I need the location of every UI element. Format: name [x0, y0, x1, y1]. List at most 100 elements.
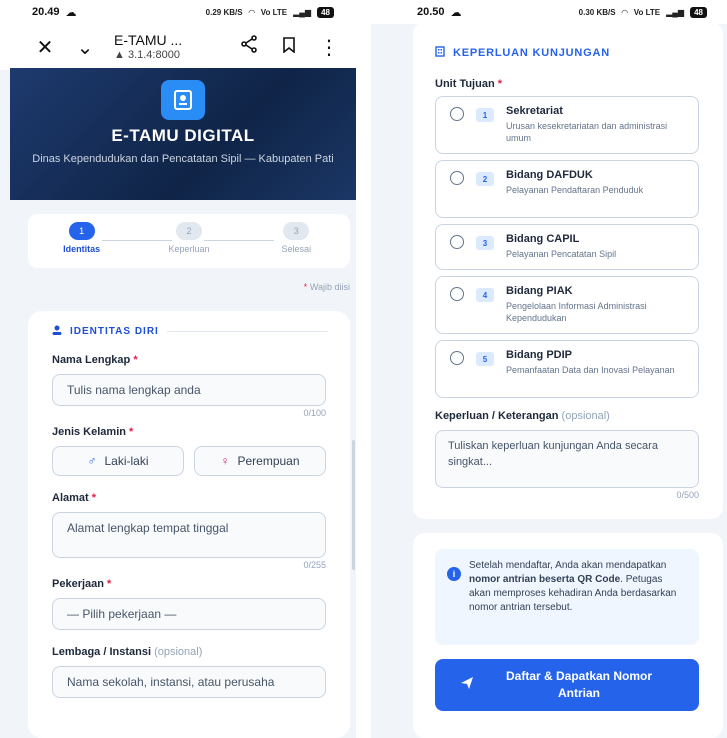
unit-number: 2	[476, 172, 494, 186]
info-text: Setelah mendaftar, Anda akan mendapatkan…	[469, 560, 677, 613]
status-time: 20.49	[32, 6, 60, 18]
unit-desc: Pelayanan Pendaftaran Penduduk	[506, 185, 644, 195]
unit-name: Bidang DAFDUK	[506, 169, 593, 181]
id-card-icon	[161, 80, 205, 120]
battery-indicator: 48	[690, 6, 707, 18]
unit-option-dafduk[interactable]: 2 Bidang DAFDUK Pelayanan Pendaftaran Pe…	[435, 160, 699, 218]
cloud-icon: ☁	[450, 6, 462, 19]
step-selesai: 3 Selesai	[251, 222, 341, 268]
signal-icon: ▂▄▆	[666, 7, 685, 17]
nama-input[interactable]: Tulis nama lengkap anda	[52, 374, 326, 406]
lembaga-input[interactable]: Nama sekolah, instansi, atau perusaha	[52, 666, 326, 698]
volte-badge: Vo LTE	[633, 7, 661, 17]
unit-desc: Pemanfaatan Data dan Inovasi Pelayanan	[506, 365, 675, 375]
step-number: 2	[175, 222, 202, 240]
nama-counter: 0/100	[303, 408, 326, 418]
radio-button[interactable]	[450, 171, 464, 185]
unit-option-piak[interactable]: 4 Bidang PIAK Pengelolaan Informasi Admi…	[435, 276, 699, 334]
step-connector	[102, 240, 172, 241]
section-header: IDENTITAS DIRI	[52, 325, 328, 338]
step-connector	[204, 240, 274, 241]
step-keperluan: 2 Keperluan	[144, 222, 234, 268]
optional-tag: (opsional)	[561, 410, 610, 422]
lembaga-label: Lembaga / Instansi	[52, 646, 152, 658]
radio-button[interactable]	[450, 287, 464, 301]
info-box: i Setelah mendaftar, Anda akan mendapatk…	[435, 549, 699, 645]
signal-icon: ▂▄▆	[293, 7, 312, 17]
purpose-card: KEPERLUAN KUNJUNGAN Unit Tujuan * 1 Sekr…	[413, 22, 723, 519]
pekerjaan-select[interactable]: — Pilih pekerjaan —	[52, 598, 326, 630]
step-number: 1	[68, 222, 95, 240]
send-icon	[460, 676, 474, 695]
keperluan-label: Keperluan / Keterangan	[435, 410, 559, 422]
status-bar: 20.50 ☁ 0.30 KB/S ◠ Vo LTE ▂▄▆ 48	[371, 0, 727, 24]
app-subtitle: Dinas Kependudukan dan Pencatatan Sipil …	[32, 153, 334, 165]
volte-badge: Vo LTE	[260, 7, 288, 17]
network-speed: 0.29 KB/S	[205, 7, 243, 17]
info-icon: i	[447, 567, 461, 581]
step-label: Keperluan	[168, 244, 210, 254]
close-icon[interactable]: ✕	[34, 35, 56, 60]
browser-toolbar: ✕ ⌄ E-TAMU ... ▲ 3.1.4:8000 ⋮	[0, 24, 356, 70]
nama-label: Nama Lengkap	[52, 354, 131, 366]
male-label: Laki-laki	[104, 454, 149, 468]
section-header: KEPERLUAN KUNJUNGAN	[435, 46, 701, 60]
scrollbar[interactable]	[352, 440, 355, 570]
unit-name: Bidang PIAK	[506, 285, 573, 297]
section-title: KEPERLUAN KUNJUNGAN	[453, 47, 610, 59]
step-number: 3	[283, 222, 310, 240]
network-speed: 0.30 KB/S	[578, 7, 616, 17]
bookmark-icon[interactable]	[278, 36, 300, 59]
unit-option-sekretariat[interactable]: 1 Sekretariat Urusan kesekretariatan dan…	[435, 96, 699, 154]
unit-name: Sekretariat	[506, 105, 563, 117]
step-label: Selesai	[281, 244, 312, 254]
keperluan-textarea[interactable]: Tuliskan keperluan kunjungan Anda secara…	[435, 430, 699, 488]
wifi-icon: ◠	[248, 7, 255, 17]
unit-label: Unit Tujuan	[435, 78, 495, 90]
unit-number: 1	[476, 108, 494, 122]
unit-number: 5	[476, 352, 494, 366]
pekerjaan-label: Pekerjaan	[52, 578, 104, 590]
step-label: Identitas	[63, 244, 101, 254]
building-icon	[435, 46, 445, 60]
unit-desc: Pelayanan Pencatatan Sipil	[506, 249, 617, 259]
status-bar: 20.49 ☁ 0.29 KB/S ◠ Vo LTE ▂▄▆ 48	[0, 0, 356, 24]
browser-title-area[interactable]: E-TAMU ... ▲ 3.1.4:8000	[114, 32, 220, 61]
browser-page-title: E-TAMU ...	[114, 32, 183, 49]
unit-desc: Urusan kesekretariatan dan administrasi …	[506, 121, 668, 144]
app-header: E-TAMU DIGITAL Dinas Kependudukan dan Pe…	[10, 68, 356, 200]
keperluan-counter: 0/500	[676, 490, 699, 500]
unit-number: 3	[476, 236, 494, 250]
chevron-down-icon[interactable]: ⌄	[74, 35, 96, 60]
unit-option-pdip[interactable]: 5 Bidang PDIP Pemanfaatan Data dan Inova…	[435, 340, 699, 398]
required-note: * Wajib diisi	[303, 282, 350, 292]
male-button[interactable]: ♂ Laki-laki	[52, 446, 184, 476]
alamat-counter: 0/255	[303, 560, 326, 570]
alamat-textarea[interactable]: Alamat lengkap tempat tinggal	[52, 512, 326, 558]
radio-button[interactable]	[450, 235, 464, 249]
share-icon[interactable]	[238, 35, 260, 59]
wifi-icon: ◠	[621, 7, 628, 17]
step-identitas: 1 Identitas	[37, 222, 127, 268]
submit-card: i Setelah mendaftar, Anda akan mendapatk…	[413, 533, 723, 738]
unit-desc: Pengelolaan Informasi Administrasi Kepen…	[506, 301, 647, 324]
female-button[interactable]: ♀ Perempuan	[194, 446, 326, 476]
male-icon: ♂	[87, 454, 97, 468]
identity-form-card: IDENTITAS DIRI Nama Lengkap * Tulis nama…	[28, 311, 350, 738]
status-time: 20.50	[417, 6, 445, 18]
radio-button[interactable]	[450, 351, 464, 365]
battery-indicator: 48	[317, 6, 334, 18]
unit-option-capil[interactable]: 3 Bidang CAPIL Pelayanan Pencatatan Sipi…	[435, 224, 699, 270]
app-title: E-TAMU DIGITAL	[111, 126, 255, 145]
unit-number: 4	[476, 288, 494, 302]
alamat-label: Alamat	[52, 492, 89, 504]
submit-button[interactable]: Daftar & Dapatkan Nomor Antrian	[435, 659, 699, 711]
browser-url: 3.1.4:8000	[127, 48, 180, 61]
female-icon: ♀	[220, 454, 230, 468]
more-menu-icon[interactable]: ⋮	[318, 35, 340, 60]
warning-icon: ▲	[114, 48, 128, 61]
right-screen: 20.50 ☁ 0.30 KB/S ◠ Vo LTE ▂▄▆ 48 KEPERL…	[371, 0, 727, 738]
submit-label: Daftar & Dapatkan Nomor Antrian	[505, 669, 653, 700]
radio-button[interactable]	[450, 107, 464, 121]
section-title: IDENTITAS DIRI	[70, 326, 159, 337]
